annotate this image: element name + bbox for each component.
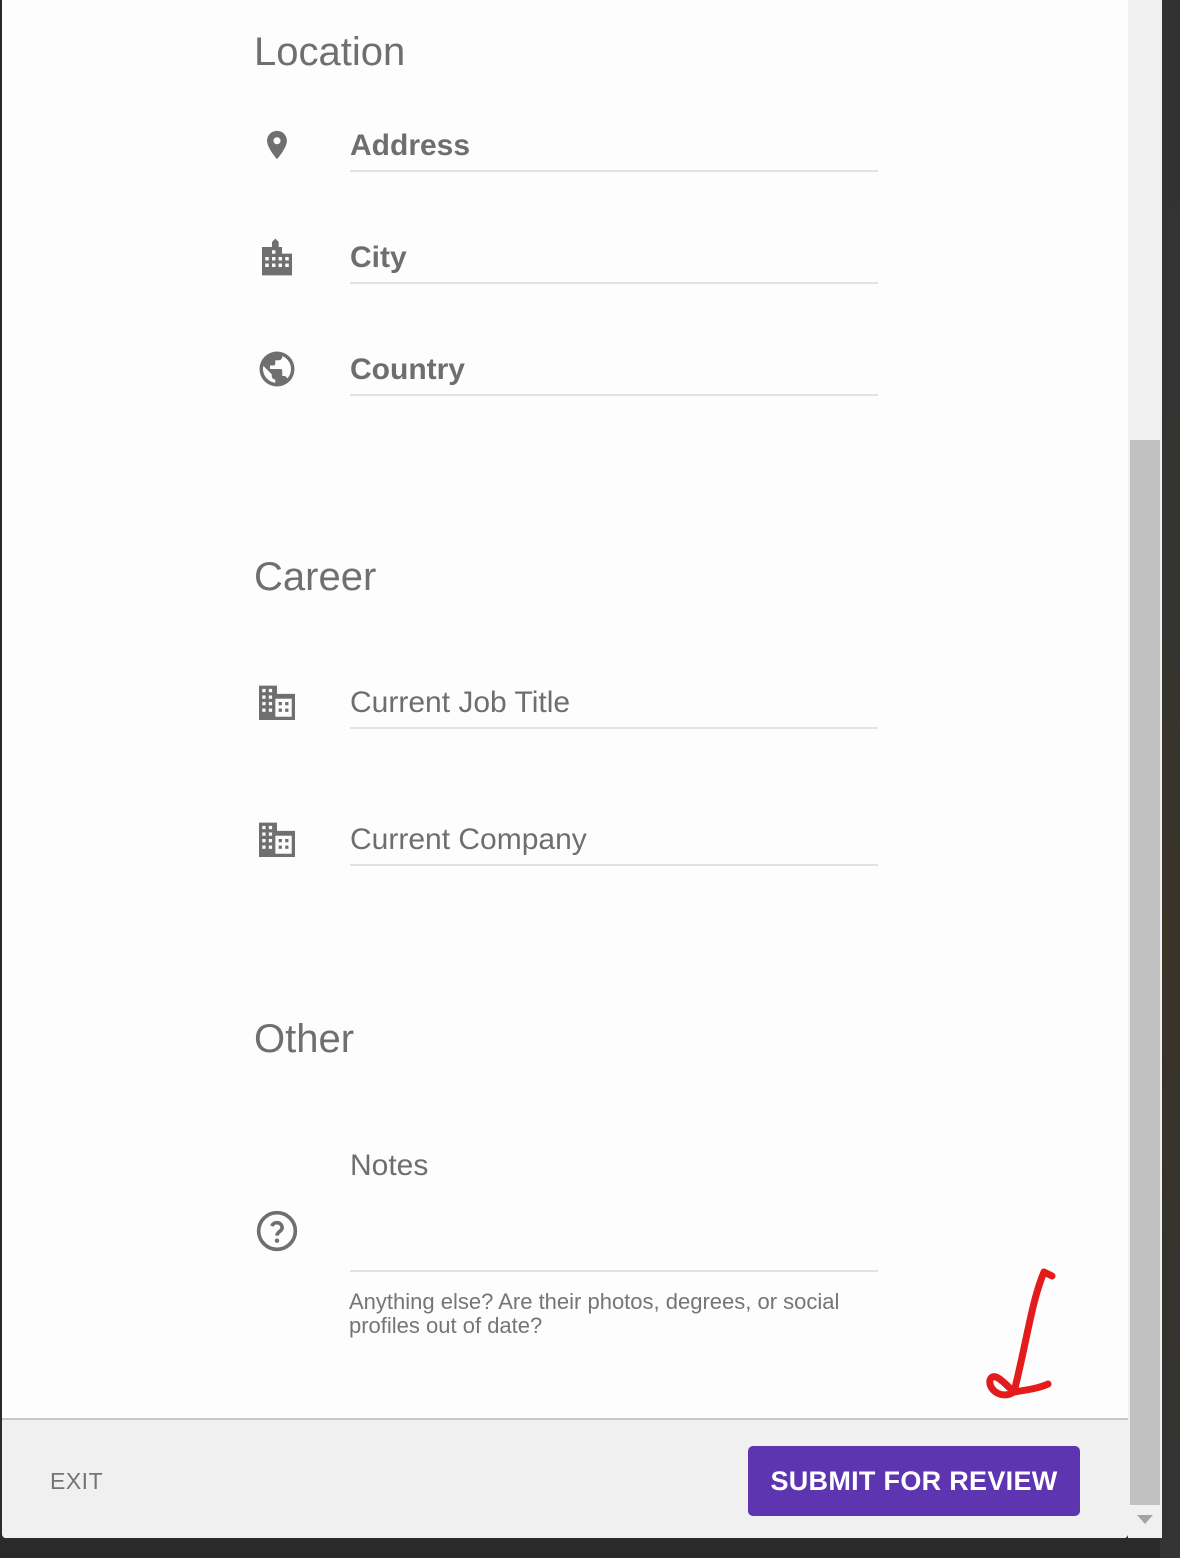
background-map [1160,0,1180,1558]
notes-textarea[interactable]: Notes [350,1142,878,1272]
scrollbar[interactable] [1128,0,1162,1538]
address-input[interactable]: Address [350,122,878,172]
city-input[interactable]: City [350,234,878,284]
dialog-footer: EXIT SUBMIT FOR REVIEW [2,1418,1128,1538]
edit-profile-dialog: Location Address City Country Career Cur… [2,0,1128,1538]
scrollbar-thumb[interactable] [1130,440,1160,1505]
section-title-other: Other [254,1017,355,1061]
job-title-input[interactable]: Current Job Title [350,679,878,729]
section-title-career: Career [254,555,377,599]
globe-icon [254,346,300,392]
submit-for-review-button[interactable]: SUBMIT FOR REVIEW [748,1446,1080,1516]
business-icon [254,816,300,862]
red-checkmark-annotation [986,1268,1056,1399]
exit-button[interactable]: EXIT [50,1468,103,1495]
country-input[interactable]: Country [350,346,878,396]
notes-helper-text: Anything else? Are their photos, degrees… [349,1289,840,1338]
location-pin-icon [254,122,300,168]
city-icon [254,234,300,280]
notes-field: Notes [254,1142,880,1274]
section-title-location: Location [254,30,406,74]
scroll-down-arrow-icon[interactable] [1137,1515,1153,1524]
company-input[interactable]: Current Company [350,816,878,866]
business-icon [254,679,300,725]
help-circle-icon [254,1208,300,1254]
